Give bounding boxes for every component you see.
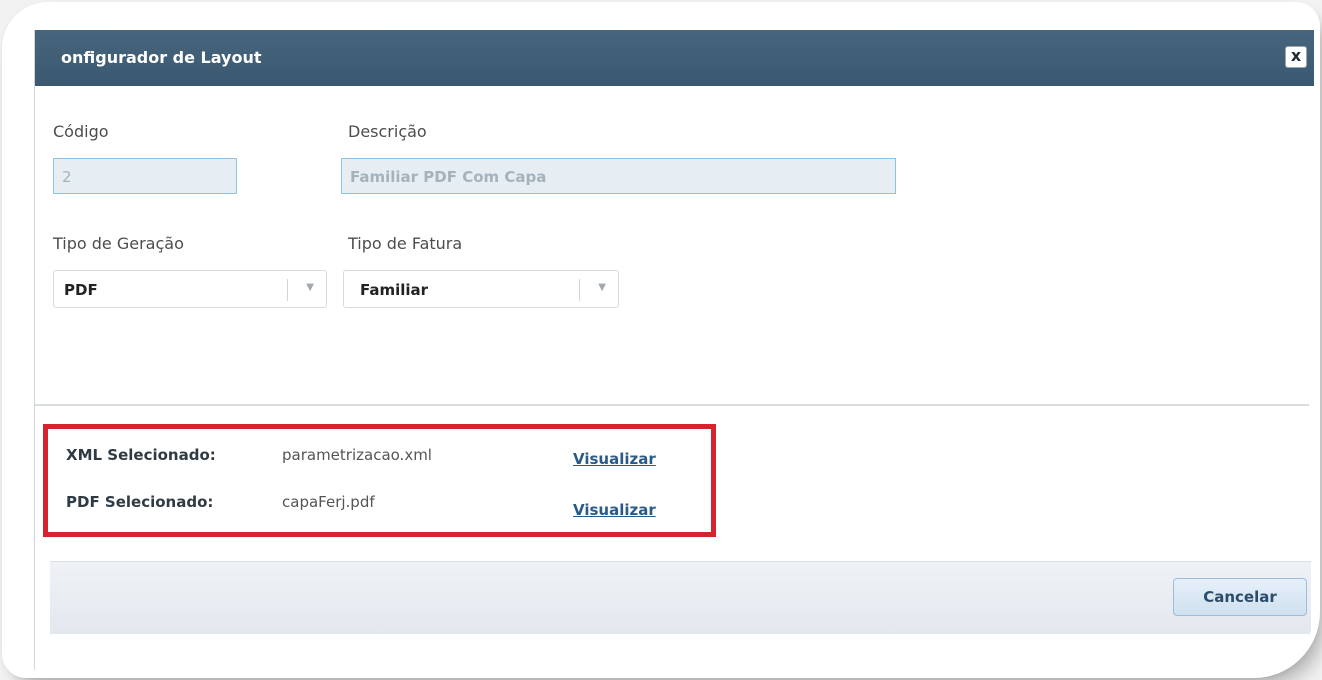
xml-file-name: parametrizacao.xml [282,446,432,464]
codigo-value: 2 [62,168,72,186]
pdf-view-link[interactable]: Visualizar [573,501,656,519]
pdf-file-name: capaFerj.pdf [282,493,375,511]
cancel-button[interactable]: Cancelar [1173,578,1307,616]
dialog-title: onfigurador de Layout [61,48,262,67]
codigo-field[interactable]: 2 [53,158,237,194]
tipo-fatura-select[interactable]: Familiar ▼ [343,270,619,308]
tipo-geracao-value: PDF [64,281,98,299]
tipo-geracao-select[interactable]: PDF ▼ [53,270,327,308]
close-button[interactable]: x [1285,46,1307,68]
xml-selected-label: XML Selecionado: [66,446,216,464]
section-divider [35,404,1309,406]
codigo-label: Código [53,122,109,141]
descricao-value: Familiar PDF Com Capa [350,168,547,186]
dialog-footer: Cancelar [50,561,1311,634]
pdf-selected-label: PDF Selecionado: [66,493,214,511]
combo-separator [579,279,580,301]
selected-files-highlight [43,424,716,537]
chevron-down-icon[interactable]: ▼ [306,282,314,293]
combo-separator [287,279,288,301]
descricao-field[interactable]: Familiar PDF Com Capa [341,158,896,194]
screenshot-frame: onfigurador de Layout x Código 2 Descriç… [8,8,1314,672]
layout-config-dialog: onfigurador de Layout x Código 2 Descriç… [34,30,1314,670]
xml-view-link[interactable]: Visualizar [573,450,656,468]
dialog-titlebar: onfigurador de Layout x [35,30,1314,86]
tipo-geracao-label: Tipo de Geração [53,234,184,253]
descricao-label: Descrição [348,122,427,141]
tipo-fatura-value: Familiar [360,281,429,299]
close-icon: x [1290,46,1302,65]
chevron-down-icon[interactable]: ▼ [598,282,606,293]
tipo-fatura-label: Tipo de Fatura [348,234,463,253]
